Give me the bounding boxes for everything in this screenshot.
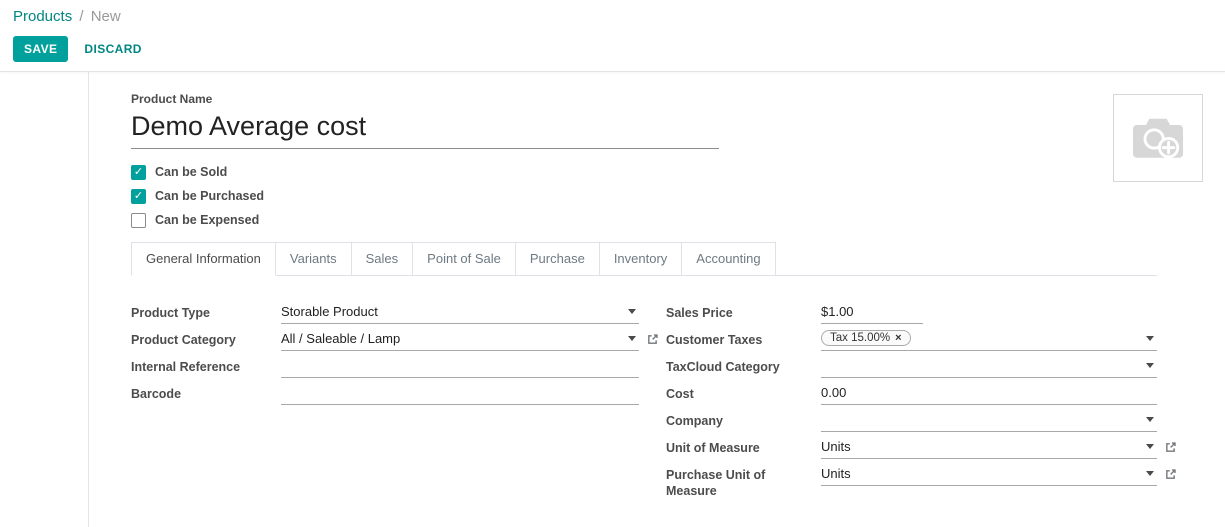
breadcrumb-products-link[interactable]: Products bbox=[13, 8, 72, 25]
field-label-product-category: Product Category bbox=[131, 329, 281, 348]
breadcrumb-separator: / bbox=[79, 8, 83, 25]
checkbox-row-can-be-sold: ✓ Can be Sold bbox=[131, 164, 1157, 180]
field-row-customer-taxes: Customer Taxes Tax 15.00% × bbox=[666, 329, 1157, 351]
product-name-label: Product Name bbox=[131, 92, 1157, 106]
field-label-product-type: Product Type bbox=[131, 302, 281, 321]
field-input-purchase-unit-of-measure[interactable]: Units bbox=[821, 464, 1157, 486]
field-value bbox=[915, 331, 1140, 346]
field-value: Storable Product bbox=[281, 304, 622, 319]
field-value: Units bbox=[821, 466, 1140, 481]
dropdown-caret-icon[interactable] bbox=[1146, 336, 1154, 341]
checkbox-can-be-sold[interactable]: ✓ bbox=[131, 165, 146, 180]
control-panel: Products / New SAVE DISCARD bbox=[0, 0, 1225, 72]
tag-remove-icon[interactable]: × bbox=[895, 332, 901, 344]
tab-point-of-sale[interactable]: Point of Sale bbox=[412, 242, 516, 275]
field-value: 0.00 bbox=[821, 385, 1157, 400]
field-input-customer-taxes[interactable]: Tax 15.00% × bbox=[821, 329, 1157, 351]
field-label-purchase-unit-of-measure: Purchase Unit of Measure bbox=[666, 464, 821, 499]
breadcrumb: Products / New bbox=[13, 7, 1209, 26]
field-value: Units bbox=[821, 439, 1140, 454]
field-column-left: Product TypeStorable ProductProduct Cate… bbox=[131, 302, 639, 504]
field-input-company[interactable] bbox=[821, 410, 1157, 432]
product-image-placeholder[interactable] bbox=[1113, 94, 1203, 182]
dropdown-caret-icon[interactable] bbox=[1146, 363, 1154, 368]
dropdown-caret-icon[interactable] bbox=[628, 336, 636, 341]
checkbox-label: Can be Expensed bbox=[155, 213, 259, 227]
field-row-barcode: Barcode bbox=[131, 383, 639, 405]
field-row-sales-price: Sales Price$1.00 bbox=[666, 302, 1157, 324]
field-label-taxcloud-category: TaxCloud Category bbox=[666, 356, 821, 375]
field-row-company: Company bbox=[666, 410, 1157, 432]
tag-label: Tax 15.00% bbox=[830, 332, 890, 344]
field-input-sales-price[interactable]: $1.00 bbox=[821, 302, 923, 324]
tab-bar: General InformationVariantsSalesPoint of… bbox=[131, 242, 1157, 276]
field-row-unit-of-measure: Unit of MeasureUnits bbox=[666, 437, 1157, 459]
field-row-cost: Cost0.00 bbox=[666, 383, 1157, 405]
discard-button[interactable]: DISCARD bbox=[84, 42, 141, 56]
checkbox-row-can-be-expensed: Can be Expensed bbox=[131, 212, 1157, 228]
external-link-icon[interactable] bbox=[1164, 464, 1178, 486]
field-value bbox=[281, 385, 639, 400]
field-value: $1.00 bbox=[821, 304, 923, 319]
tab-purchase[interactable]: Purchase bbox=[515, 242, 600, 275]
field-row-purchase-unit-of-measure: Purchase Unit of MeasureUnits bbox=[666, 464, 1157, 499]
field-label-company: Company bbox=[666, 410, 821, 429]
tab-sales[interactable]: Sales bbox=[351, 242, 414, 275]
field-value bbox=[821, 412, 1140, 427]
field-value: All / Saleable / Lamp bbox=[281, 331, 622, 346]
field-label-cost: Cost bbox=[666, 383, 821, 402]
field-label-unit-of-measure: Unit of Measure bbox=[666, 437, 821, 456]
field-input-taxcloud-category[interactable] bbox=[821, 356, 1157, 378]
field-input-barcode[interactable] bbox=[281, 383, 639, 405]
field-label-barcode: Barcode bbox=[131, 383, 281, 402]
product-name-input[interactable] bbox=[131, 108, 719, 149]
field-label-customer-taxes: Customer Taxes bbox=[666, 329, 821, 348]
field-area: Product TypeStorable ProductProduct Cate… bbox=[131, 302, 1157, 504]
field-input-internal-reference[interactable] bbox=[281, 356, 639, 378]
checkbox-can-be-purchased[interactable]: ✓ bbox=[131, 189, 146, 204]
field-input-product-type[interactable]: Storable Product bbox=[281, 302, 639, 324]
field-value bbox=[821, 358, 1140, 373]
tab-general-information[interactable]: General Information bbox=[131, 242, 276, 276]
field-row-taxcloud-category: TaxCloud Category bbox=[666, 356, 1157, 378]
checkbox-label: Can be Purchased bbox=[155, 189, 264, 203]
field-row-product-type: Product TypeStorable Product bbox=[131, 302, 639, 324]
form-view: Product Name ✓ Can be Sold ✓ Can be Purchas… bbox=[0, 72, 1225, 527]
field-input-unit-of-measure[interactable]: Units bbox=[821, 437, 1157, 459]
dropdown-caret-icon[interactable] bbox=[628, 309, 636, 314]
tab-inventory[interactable]: Inventory bbox=[599, 242, 682, 275]
dropdown-caret-icon[interactable] bbox=[1146, 417, 1154, 422]
field-input-cost[interactable]: 0.00 bbox=[821, 383, 1157, 405]
field-label-internal-reference: Internal Reference bbox=[131, 356, 281, 375]
checkbox-row-can-be-purchased: ✓ Can be Purchased bbox=[131, 188, 1157, 204]
save-button[interactable]: SAVE bbox=[13, 36, 68, 62]
field-column-right: Sales Price$1.00Customer TaxesTax 15.00%… bbox=[666, 302, 1157, 504]
tab-variants[interactable]: Variants bbox=[275, 242, 352, 275]
field-row-internal-reference: Internal Reference bbox=[131, 356, 639, 378]
breadcrumb-current: New bbox=[91, 8, 121, 25]
field-row-product-category: Product CategoryAll / Saleable / Lamp bbox=[131, 329, 639, 351]
checkbox-label: Can be Sold bbox=[155, 165, 227, 179]
tab-accounting[interactable]: Accounting bbox=[681, 242, 775, 275]
checkbox-can-be-expensed[interactable] bbox=[131, 213, 146, 228]
external-link-icon[interactable] bbox=[1164, 437, 1178, 459]
field-value bbox=[281, 358, 639, 373]
field-input-product-category[interactable]: All / Saleable / Lamp bbox=[281, 329, 639, 351]
external-link-icon[interactable] bbox=[646, 329, 660, 351]
form-sheet: Product Name ✓ Can be Sold ✓ Can be Purchas… bbox=[89, 72, 1225, 504]
checkbox-group: ✓ Can be Sold ✓ Can be Purchased Can be Expe… bbox=[131, 164, 1157, 228]
camera-plus-icon bbox=[1129, 112, 1187, 164]
action-buttons: SAVE DISCARD bbox=[13, 37, 1209, 61]
tag-tax-15-00: Tax 15.00% × bbox=[821, 330, 911, 346]
dropdown-caret-icon[interactable] bbox=[1146, 444, 1154, 449]
dropdown-caret-icon[interactable] bbox=[1146, 471, 1154, 476]
field-label-sales-price: Sales Price bbox=[666, 302, 821, 321]
